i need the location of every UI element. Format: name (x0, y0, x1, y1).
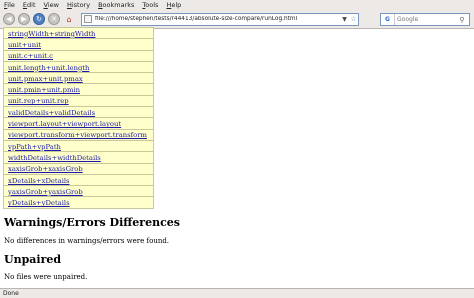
file-compare-link[interactable]: xaxisGrob+xaxisGrob (8, 165, 83, 173)
table-cell: viewport.layout+viewport.layout (3, 117, 154, 130)
file-compare-link[interactable]: stringWidth+stringWidth (8, 30, 95, 38)
page-icon (84, 15, 92, 23)
table-cell: unit.pmax+unit.pmax (3, 72, 154, 85)
table-cell: yaxisGrob+yaxisGrob (3, 185, 154, 198)
search-engine-icon[interactable]: G (381, 14, 395, 25)
file-compare-link[interactable]: xDetails+xDetails (8, 177, 70, 185)
file-compare-link[interactable]: viewport.transform+viewport.transform (8, 131, 147, 139)
table-row: xDetails+xDetails (3, 173, 154, 187)
table-cell: unit+unit (3, 38, 154, 51)
table-row: xaxisGrob+xaxisGrob (3, 162, 154, 175)
file-compare-link[interactable]: unit.rep+unit.rep (8, 97, 69, 105)
table-cell: unit.c+unit.c (3, 49, 154, 62)
menu-edit[interactable]: Edit (23, 1, 36, 9)
table-row: stringWidth+stringWidth (3, 26, 154, 40)
table-cell: yDetails+yDetails (3, 196, 154, 209)
table-cell: viewport.transform+viewport.transform (3, 128, 154, 141)
warnings-heading: Warnings/Errors Differences (4, 216, 180, 229)
stop-icon: ✕ (51, 15, 57, 23)
file-comparison-table: stringWidth+stringWidth unit+unit unit.c+u… (3, 26, 154, 209)
table-row: validDetails+validDetails (3, 106, 154, 119)
table-cell: unit.rep+unit.rep (3, 94, 154, 108)
file-compare-link[interactable]: widthDetails+widthDetails (8, 154, 101, 162)
file-compare-link[interactable]: yDetails+yDetails (8, 199, 70, 207)
file-compare-link[interactable]: unit.c+unit.c (8, 52, 53, 60)
table-row: viewport.layout+viewport.layout (3, 117, 154, 130)
page-content: stringWidth+stringWidth unit+unit unit.c+u… (0, 26, 474, 288)
table-row: unit.pmin+unit.pmin (3, 83, 154, 96)
forward-arrow-icon: ▶ (21, 15, 27, 23)
menu-bookmarks[interactable]: Bookmarks (98, 1, 134, 9)
menu-file[interactable]: File (4, 1, 15, 9)
table-row: unit+unit (3, 38, 154, 51)
home-button[interactable]: ⌂ (63, 13, 75, 25)
file-compare-link[interactable]: vpPath+vpPath (8, 143, 61, 151)
status-bar: Done (0, 288, 474, 298)
table-row: unit.c+unit.c (3, 49, 154, 62)
table-cell: stringWidth+stringWidth (3, 26, 154, 40)
unpaired-heading: Unpaired (4, 253, 62, 266)
table-row: vpPath+vpPath (3, 139, 154, 153)
menu-help[interactable]: Help (166, 1, 181, 9)
file-compare-link[interactable]: unit.pmin+unit.pmin (8, 86, 80, 94)
bookmark-star-icon[interactable]: ☆ (349, 15, 358, 23)
table-row: unit.length+unit.length (3, 60, 154, 74)
url-bar[interactable]: file:///home/stephen/tests/r44413/absolu… (81, 12, 359, 26)
home-icon: ⌂ (66, 14, 72, 24)
reload-button[interactable]: ↻ (33, 13, 45, 25)
search-icon[interactable]: ⚲ (457, 16, 467, 24)
table-cell: vpPath+vpPath (3, 139, 154, 153)
menu-bar: File Edit View History Bookmarks Tools H… (0, 0, 474, 10)
table-row: unit.rep+unit.rep (3, 94, 154, 108)
unpaired-text: No files were unpaired. (4, 273, 88, 281)
table-row: widthDetails+widthDetails (3, 151, 154, 164)
forward-button[interactable]: ▶ (18, 13, 30, 25)
table-cell: validDetails+validDetails (3, 106, 154, 119)
menu-view[interactable]: View (44, 1, 59, 9)
reload-icon: ↻ (36, 15, 42, 23)
search-input[interactable] (395, 16, 457, 23)
table-row: viewport.transform+viewport.transform (3, 128, 154, 141)
search-bar[interactable]: G ⚲ (380, 13, 470, 26)
file-compare-link[interactable]: unit.pmax+unit.pmax (8, 75, 83, 83)
url-input[interactable]: file:///home/stephen/tests/r44413/absolu… (95, 16, 340, 22)
table-row: yaxisGrob+yaxisGrob (3, 185, 154, 198)
status-text: Done (3, 290, 19, 297)
menu-tools[interactable]: Tools (142, 1, 158, 9)
file-compare-link[interactable]: validDetails+validDetails (8, 109, 95, 117)
table-cell: xDetails+xDetails (3, 173, 154, 187)
table-cell: xaxisGrob+xaxisGrob (3, 162, 154, 175)
table-row: unit.pmax+unit.pmax (3, 72, 154, 85)
warnings-text: No differences in warnings/errors were f… (4, 237, 170, 245)
back-button[interactable]: ◀ (3, 13, 15, 25)
stop-button[interactable]: ✕ (48, 13, 60, 25)
file-compare-link[interactable]: unit.length+unit.length (8, 64, 89, 72)
file-compare-link[interactable]: unit+unit (8, 41, 41, 49)
file-compare-link[interactable]: viewport.layout+viewport.layout (8, 120, 121, 128)
back-arrow-icon: ◀ (6, 15, 12, 23)
table-cell: widthDetails+widthDetails (3, 151, 154, 164)
url-dropdown-icon[interactable]: ▼ (340, 16, 349, 23)
file-compare-link[interactable]: yaxisGrob+yaxisGrob (8, 188, 83, 196)
menu-history[interactable]: History (67, 1, 90, 9)
table-cell: unit.pmin+unit.pmin (3, 83, 154, 96)
table-cell: unit.length+unit.length (3, 60, 154, 74)
table-row: yDetails+yDetails (3, 196, 154, 209)
